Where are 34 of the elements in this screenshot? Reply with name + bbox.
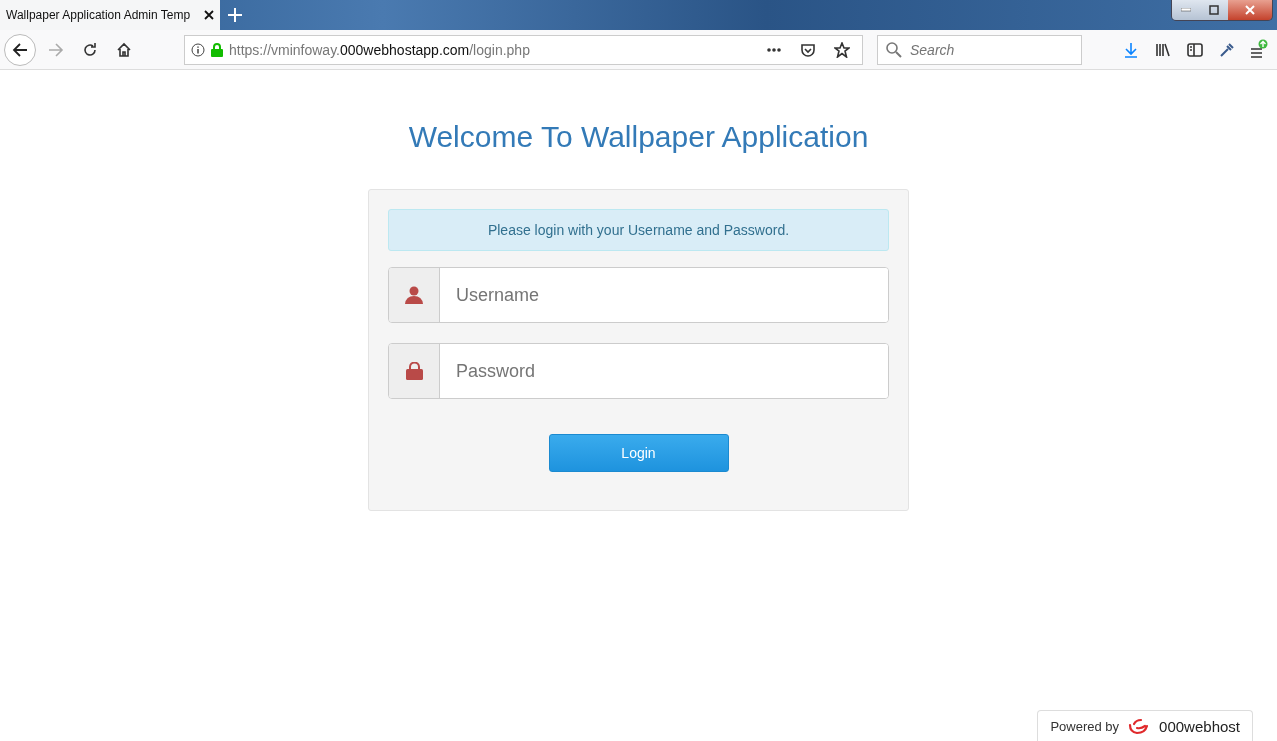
eyedropper-icon[interactable]	[1219, 41, 1235, 58]
padlock-icon	[211, 42, 223, 57]
powered-by-badge[interactable]: Powered by 000webhost	[1037, 710, 1253, 741]
back-button[interactable]	[4, 33, 36, 66]
back-arrow-icon	[12, 41, 28, 58]
search-icon	[886, 41, 902, 58]
password-field[interactable]: Password	[388, 343, 889, 399]
lock-icon	[405, 362, 423, 380]
restore-icon	[1209, 5, 1219, 15]
close-icon[interactable]	[204, 10, 214, 20]
user-icon	[405, 286, 423, 304]
star-icon[interactable]	[834, 41, 850, 58]
close-icon	[1245, 5, 1255, 15]
sidebar-icon[interactable]	[1187, 41, 1203, 58]
address-bar[interactable]: https://vminfoway.000webhostapp.com/login.php	[184, 34, 863, 65]
plus-icon[interactable]	[228, 8, 242, 22]
minimize-icon	[1181, 8, 1191, 12]
reload-icon[interactable]	[82, 41, 98, 58]
page-heading: Welcome To Wallpaper Application	[408, 120, 869, 154]
library-icon[interactable]	[1155, 41, 1171, 58]
info-alert: Please login with your Username and Password.	[388, 209, 889, 251]
powered-by-label: Powered by	[1050, 718, 1120, 734]
restore-button[interactable]	[1200, 0, 1228, 20]
url-text: https://vminfoway.000webhostapp.com/login.php	[229, 41, 531, 58]
info-icon[interactable]	[191, 42, 205, 57]
search-field[interactable]: Search	[877, 34, 1082, 65]
download-icon[interactable]	[1123, 41, 1139, 58]
pocket-icon[interactable]	[800, 41, 816, 58]
menu-icon[interactable]	[1250, 38, 1268, 61]
brand-name: 000webhost	[1159, 717, 1240, 735]
username-field[interactable]: Username	[388, 267, 889, 323]
close-button[interactable]	[1228, 0, 1272, 20]
browser-tab[interactable]: Wallpaper Application Admin Temp	[0, 0, 220, 30]
home-icon[interactable]	[116, 41, 132, 58]
